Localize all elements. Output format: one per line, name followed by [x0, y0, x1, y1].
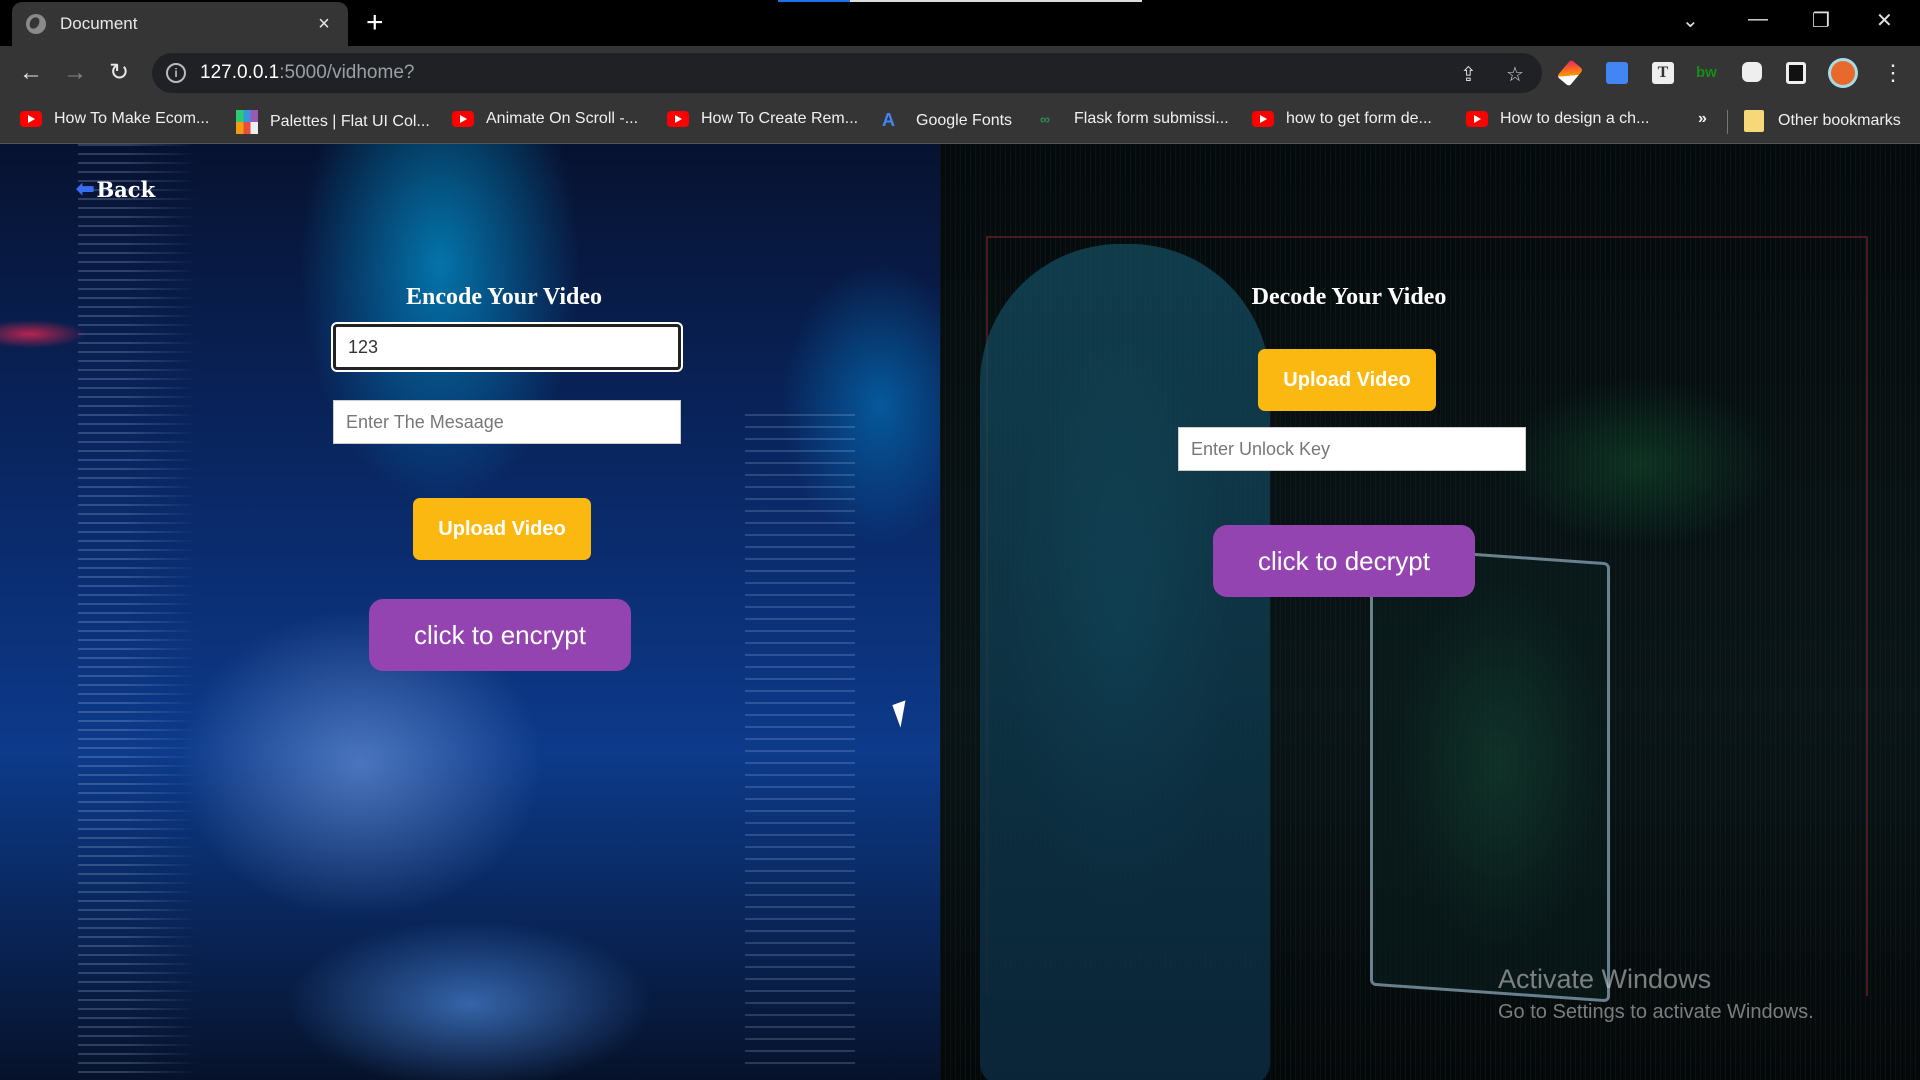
restore-button[interactable]: ❐: [1812, 8, 1830, 33]
youtube-icon: [452, 111, 474, 127]
share-icon[interactable]: ⇪: [1460, 62, 1477, 87]
google-fonts-icon: A: [882, 110, 895, 130]
menu-kebab-icon[interactable]: ⋮: [1882, 62, 1904, 84]
bookmarks-divider: [1727, 110, 1728, 134]
browser-toolbar: ← → ↻ i 127.0.0.1:5000/vidhome? ⇪ ☆ T bw…: [0, 46, 1920, 100]
bookmark-item[interactable]: How To Make Ecom...: [20, 110, 209, 128]
windows-activation-watermark: Activate Windows Go to Settings to activ…: [1498, 964, 1814, 1024]
youtube-icon: [20, 111, 42, 127]
bookmark-label: Animate On Scroll -...: [486, 110, 639, 127]
decode-upload-video-button[interactable]: Upload Video: [1258, 349, 1436, 411]
bookmarks-bar: How To Make Ecom... Palettes | Flat UI C…: [0, 100, 1920, 144]
laptop-image: [1370, 545, 1610, 1003]
youtube-icon: [1252, 111, 1274, 127]
color-picker-icon[interactable]: [1556, 59, 1584, 87]
back-link[interactable]: ⬅ Back: [76, 176, 155, 202]
bookmark-item[interactable]: Animate On Scroll -...: [452, 110, 638, 128]
bookmark-item[interactable]: How to design a ch...: [1466, 110, 1649, 128]
encode-key-input[interactable]: [333, 324, 681, 370]
bookmarks-overflow-button[interactable]: »: [1698, 110, 1707, 128]
back-arrow-icon[interactable]: ←: [16, 58, 46, 88]
url-path: :5000/vidhome?: [279, 62, 415, 83]
folder-icon: [1744, 110, 1764, 132]
reload-icon[interactable]: ↻: [104, 58, 134, 88]
bookmark-item[interactable]: Palettes | Flat UI Col...: [236, 110, 430, 134]
bookmark-label: Google Fonts: [916, 112, 1013, 129]
bookmark-label: Palettes | Flat UI Col...: [270, 113, 430, 130]
back-label: Back: [96, 176, 156, 202]
bookmark-label: How To Make Ecom...: [54, 110, 210, 127]
palette-icon: [236, 110, 258, 134]
decrypt-button[interactable]: click to decrypt: [1213, 525, 1475, 597]
youtube-icon: [667, 111, 689, 127]
decode-title: Decode Your Video: [1251, 284, 1447, 310]
loading-progress-bar: [778, 0, 1142, 2]
other-bookmarks-button[interactable]: Other bookmarks: [1744, 110, 1901, 132]
code-overlay-decoration: [745, 414, 855, 1074]
browser-tab-bar: Document × + ⌄ — ❐ ✕: [0, 0, 1920, 46]
bookmark-label: How to design a ch...: [1500, 110, 1650, 127]
unlock-key-input[interactable]: [1178, 427, 1526, 471]
new-tab-button[interactable]: +: [366, 8, 384, 38]
bookmark-item[interactable]: How To Create Rem...: [667, 110, 858, 128]
close-window-button[interactable]: ✕: [1876, 8, 1893, 33]
url-host: 127.0.0.1: [200, 62, 280, 83]
activate-title: Activate Windows: [1498, 964, 1712, 994]
site-info-icon[interactable]: i: [166, 63, 186, 83]
minimize-button[interactable]: —: [1748, 8, 1768, 31]
hooded-figure-image: [980, 244, 1270, 1080]
bookmark-label: Flask form submissi...: [1074, 110, 1229, 127]
encode-message-input[interactable]: [333, 400, 681, 444]
extensions-puzzle-icon[interactable]: [1742, 62, 1762, 82]
code-overlay-decoration: [78, 144, 198, 1080]
youtube-icon: [1466, 111, 1488, 127]
bookmark-label: how to get form de...: [1286, 110, 1432, 127]
bookmark-star-icon[interactable]: ☆: [1506, 62, 1524, 87]
globe-icon: [26, 14, 46, 34]
url-text[interactable]: 127.0.0.1:5000/vidhome?: [200, 62, 414, 84]
page-viewport: ⬅ Back Encode Your Video Upload Video cl…: [0, 144, 1920, 1080]
bookmark-item[interactable]: ∞ Flask form submissi...: [1040, 110, 1229, 128]
back-arrow-icon: ⬅: [76, 176, 95, 201]
encode-title: Encode Your Video: [405, 284, 603, 310]
bw-icon[interactable]: bw: [1696, 62, 1718, 84]
encode-upload-video-button[interactable]: Upload Video: [413, 498, 591, 560]
geeksforgeeks-icon: ∞: [1040, 111, 1050, 127]
google-translate-icon[interactable]: [1606, 62, 1628, 84]
encrypt-button[interactable]: click to encrypt: [369, 599, 631, 671]
bookmark-label: How To Create Rem...: [701, 110, 859, 127]
overflow-chevron-icon: »: [1698, 110, 1707, 127]
activate-subtitle: Go to Settings to activate Windows.: [1498, 1001, 1814, 1023]
bookmark-label: Other bookmarks: [1778, 112, 1901, 129]
tab-close-icon[interactable]: ×: [314, 13, 334, 36]
browser-tab[interactable]: Document ×: [12, 2, 348, 46]
tab-search-chevron-icon[interactable]: ⌄: [1682, 8, 1699, 33]
bookmark-item[interactable]: how to get form de...: [1252, 110, 1432, 128]
text-icon[interactable]: T: [1652, 62, 1674, 84]
profile-avatar-icon[interactable]: [1828, 58, 1858, 88]
forward-arrow-icon[interactable]: →: [60, 58, 90, 88]
bookmark-item[interactable]: A Google Fonts: [882, 110, 1012, 132]
address-bar[interactable]: i 127.0.0.1:5000/vidhome? ⇪ ☆: [152, 53, 1542, 93]
side-panel-icon[interactable]: [1786, 62, 1806, 84]
tab-title: Document: [60, 14, 138, 33]
